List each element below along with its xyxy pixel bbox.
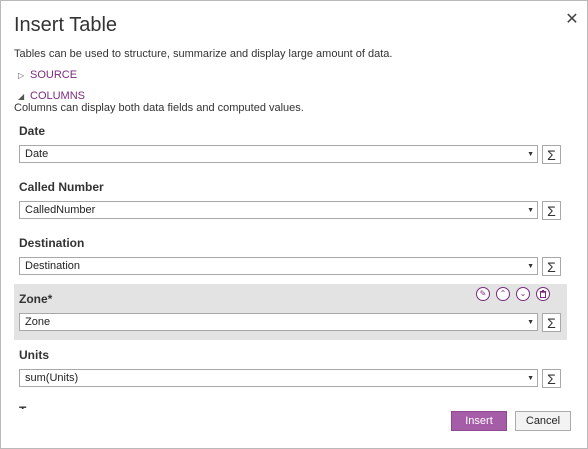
selected-value: Date: [25, 148, 49, 160]
insert-button[interactable]: Insert: [451, 411, 507, 431]
sigma-aggregate-button[interactable]: Σ: [542, 201, 561, 220]
source-label: SOURCE: [30, 69, 78, 81]
column-row-destination: Destination Destination ▼ Σ: [14, 228, 567, 284]
column-row-partial: T: [14, 396, 567, 409]
dropdown-arrow-icon: ▼: [527, 150, 534, 158]
expand-icon: ▷: [18, 70, 25, 80]
sigma-aggregate-button[interactable]: Σ: [542, 313, 561, 332]
column-label: Called Number: [19, 180, 104, 194]
selected-value: Zone: [25, 316, 51, 328]
column-label: T: [19, 404, 26, 409]
selected-value: Destination: [25, 260, 81, 272]
delete-icon[interactable]: [536, 287, 550, 301]
columns-label: COLUMNS: [30, 90, 86, 102]
collapse-icon: ◢: [18, 91, 25, 101]
sigma-aggregate-button[interactable]: Σ: [542, 257, 561, 276]
dialog-title: Insert Table: [14, 14, 118, 36]
column-field-select[interactable]: Zone ▼: [19, 313, 538, 331]
column-field-select[interactable]: Destination ▼: [19, 257, 538, 275]
trash-icon: [539, 290, 547, 298]
dropdown-arrow-icon: ▼: [527, 262, 534, 270]
column-row-zone[interactable]: Zone* ✎ ⌃ ⌄ Zone ▼ Σ: [14, 284, 567, 340]
close-icon[interactable]: ✕: [563, 10, 581, 28]
column-label: Date: [19, 124, 46, 138]
dropdown-arrow-icon: ▼: [527, 206, 534, 214]
columns-section-toggle[interactable]: ◢ COLUMNS: [18, 90, 85, 102]
edit-icon[interactable]: ✎: [476, 287, 490, 301]
selected-value: sum(Units): [25, 372, 79, 384]
dropdown-arrow-icon: ▼: [527, 374, 534, 382]
sigma-aggregate-button[interactable]: Σ: [542, 369, 561, 388]
selected-value: CalledNumber: [25, 204, 96, 216]
source-section-toggle[interactable]: ▷ SOURCE: [18, 69, 77, 81]
dropdown-arrow-icon: ▼: [527, 318, 534, 326]
column-label: Zone*: [19, 292, 53, 306]
columns-list[interactable]: Date Date ▼ Σ Called Number CalledNumber…: [14, 116, 574, 409]
insert-table-dialog: Insert Table ✕ Tables can be used to str…: [0, 0, 588, 449]
column-label: Destination: [19, 236, 85, 250]
move-down-icon[interactable]: ⌄: [516, 287, 530, 301]
row-actions: ✎ ⌃ ⌄: [476, 287, 550, 301]
column-field-select[interactable]: Date ▼: [19, 145, 538, 163]
column-label: Units: [19, 348, 49, 362]
dialog-description: Tables can be used to structure, summari…: [14, 48, 393, 60]
cancel-button[interactable]: Cancel: [515, 411, 571, 431]
column-field-select[interactable]: CalledNumber ▼: [19, 201, 538, 219]
column-field-select[interactable]: sum(Units) ▼: [19, 369, 538, 387]
sigma-aggregate-button[interactable]: Σ: [542, 145, 561, 164]
column-row-units: Units sum(Units) ▼ Σ: [14, 340, 567, 396]
columns-description: Columns can display both data fields and…: [14, 102, 304, 114]
column-row-date: Date Date ▼ Σ: [14, 116, 567, 172]
move-up-icon[interactable]: ⌃: [496, 287, 510, 301]
column-row-called-number: Called Number CalledNumber ▼ Σ: [14, 172, 567, 228]
